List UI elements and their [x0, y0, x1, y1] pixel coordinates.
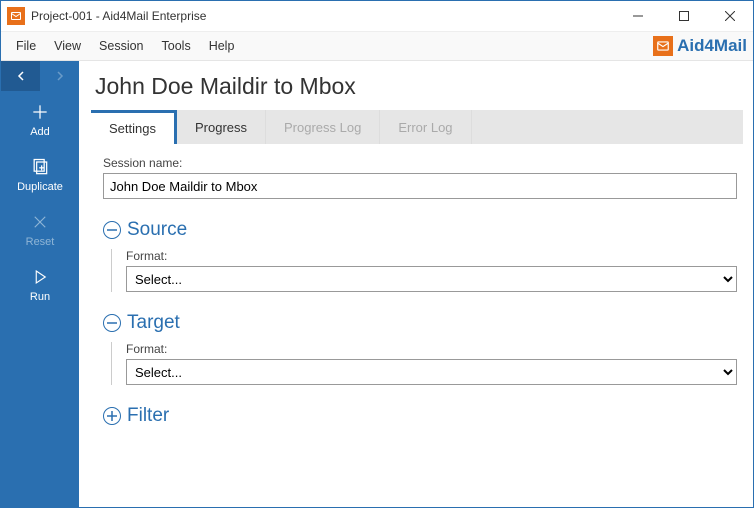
target-heading-text: Target: [127, 312, 180, 334]
sidebar: Add Duplicate Reset Run: [1, 61, 79, 507]
section-target: Target Format: Select...: [103, 312, 737, 385]
sidebar-item-label: Reset: [26, 236, 55, 248]
source-format-select[interactable]: Select...: [126, 266, 737, 292]
tab-progress-log[interactable]: Progress Log: [266, 110, 380, 144]
brand-text: Aid4Mail: [677, 36, 747, 56]
sidebar-item-add[interactable]: Add: [1, 91, 79, 146]
tab-settings[interactable]: Settings: [91, 110, 177, 144]
sidebar-item-reset: Reset: [1, 201, 79, 256]
section-filter: Filter: [103, 405, 737, 427]
close-button[interactable]: [707, 1, 753, 31]
sidebar-item-duplicate[interactable]: Duplicate: [1, 146, 79, 201]
tabs: Settings Progress Progress Log Error Log: [91, 110, 743, 144]
form-area: Session name: Source Format: Select...: [91, 144, 743, 507]
maximize-button[interactable]: [661, 1, 707, 31]
nav-forward-button[interactable]: [40, 61, 79, 91]
session-name-label: Session name:: [103, 156, 737, 170]
sidebar-item-label: Run: [30, 291, 50, 303]
section-source: Source Format: Select...: [103, 219, 737, 292]
collapse-icon: [103, 221, 121, 239]
target-format-select[interactable]: Select...: [126, 359, 737, 385]
brand: Aid4Mail: [653, 36, 747, 56]
menu-help[interactable]: Help: [200, 35, 244, 57]
minimize-button[interactable]: [615, 1, 661, 31]
menu-session[interactable]: Session: [90, 35, 152, 57]
chevron-right-icon: [55, 71, 65, 81]
collapse-icon: [103, 314, 121, 332]
session-name-input[interactable]: [103, 173, 737, 199]
sidebar-item-run[interactable]: Run: [1, 256, 79, 311]
source-format-label: Format:: [126, 249, 737, 263]
expand-icon: [103, 407, 121, 425]
target-format-label: Format:: [126, 342, 737, 356]
menu-view[interactable]: View: [45, 35, 90, 57]
duplicate-icon: [29, 156, 51, 178]
menu-bar: File View Session Tools Help Aid4Mail: [1, 31, 753, 61]
chevron-left-icon: [16, 71, 26, 81]
filter-heading-text: Filter: [127, 405, 169, 427]
app-icon: [7, 7, 25, 25]
plus-icon: [29, 101, 51, 123]
menu-tools[interactable]: Tools: [153, 35, 200, 57]
play-icon: [29, 266, 51, 288]
sidebar-item-label: Duplicate: [17, 181, 63, 193]
source-header[interactable]: Source: [103, 219, 737, 241]
target-header[interactable]: Target: [103, 312, 737, 334]
window-title: Project-001 - Aid4Mail Enterprise: [31, 9, 615, 23]
page-title: John Doe Maildir to Mbox: [91, 69, 743, 110]
filter-header[interactable]: Filter: [103, 405, 737, 427]
tab-progress[interactable]: Progress: [177, 110, 266, 144]
source-heading-text: Source: [127, 219, 187, 241]
menu-file[interactable]: File: [7, 35, 45, 57]
nav-row: [1, 61, 79, 91]
sidebar-item-label: Add: [30, 126, 50, 138]
close-icon: [29, 211, 51, 233]
tab-error-log[interactable]: Error Log: [380, 110, 471, 144]
content: John Doe Maildir to Mbox Settings Progre…: [79, 61, 753, 507]
title-bar: Project-001 - Aid4Mail Enterprise: [1, 1, 753, 31]
brand-icon: [653, 36, 673, 56]
nav-back-button[interactable]: [1, 61, 40, 91]
